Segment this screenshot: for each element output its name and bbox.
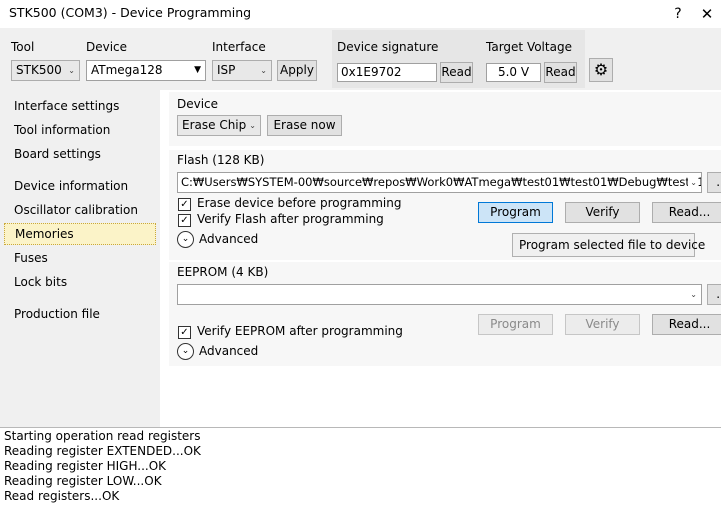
erase-before-label: Erase device before programming [197, 196, 402, 210]
device-programming-window: STK500 (COM3) - Device Programming ? ✕ T… [0, 0, 721, 523]
erase-mode-value: Erase Chip [182, 118, 247, 132]
flash-program-button[interactable]: Program [478, 202, 553, 223]
signature-voltage-group: Device signature 0x1E9702 Read Target Vo… [332, 30, 585, 88]
memories-panel: Device Erase Chip ⌄ Erase now Flash (128… [160, 90, 721, 427]
verify-flash-label: Verify Flash after programming [197, 212, 384, 226]
tool-select[interactable]: STK500 ⌄ [11, 60, 80, 81]
log-line: Reading register LOW...OK [4, 474, 162, 488]
sidebar-item-fuses[interactable]: Fuses [4, 248, 156, 270]
chevron-down-icon: ⌄ [181, 234, 190, 244]
device-erase-section: Device Erase Chip ⌄ Erase now [169, 92, 721, 146]
chevron-down-icon: ⌄ [260, 66, 267, 75]
interface-select[interactable]: ISP ⌄ [212, 60, 272, 81]
target-voltage-label: Target Voltage [486, 40, 572, 54]
device-select-value: ATmega128 [91, 63, 163, 77]
sidebar-item-memories[interactable]: Memories [4, 223, 156, 245]
interface-select-value: ISP [217, 63, 236, 77]
chevron-down-icon: ⌄ [690, 290, 697, 299]
log-line: Reading register HIGH...OK [4, 459, 167, 473]
close-button[interactable]: ✕ [692, 3, 721, 25]
tool-select-value: STK500 [16, 63, 62, 77]
title-bar: STK500 (COM3) - Device Programming ? ✕ [0, 0, 721, 28]
flash-advanced-label[interactable]: Advanced [199, 232, 258, 246]
eeprom-section: EEPROM (4 KB) ⌄ ... ✓ Verify EEPROM afte… [169, 262, 721, 366]
chevron-down-icon: ⌄ [249, 121, 256, 130]
program-tooltip: Program selected file to device [512, 233, 705, 257]
tool-label: Tool [11, 40, 35, 54]
sidebar-item-production-file[interactable]: Production file [4, 304, 156, 326]
flash-label: Flash (128 KB) [177, 153, 265, 167]
eeprom-read-button[interactable]: Read... [652, 314, 721, 335]
window-title: STK500 (COM3) - Device Programming [9, 5, 252, 20]
verify-flash-checkbox[interactable]: ✓ [178, 214, 191, 227]
device-section-label: Device [177, 97, 219, 111]
target-voltage-field: 5.0 V [486, 63, 541, 82]
eeprom-browse-button[interactable]: ... [707, 284, 721, 305]
voltage-read-button[interactable]: Read [544, 62, 577, 83]
toolbar: Tool STK500 ⌄ Device ATmega128 ▼ Interfa… [0, 28, 721, 90]
sidebar-item-interface-settings[interactable]: Interface settings [4, 96, 156, 118]
dropdown-arrow-icon: ▼ [194, 65, 201, 75]
log-line: Read registers...OK [4, 489, 120, 503]
eeprom-file-path[interactable]: ⌄ [177, 284, 702, 305]
gear-icon: ⚙ [593, 60, 609, 79]
sidebar-item-oscillator-calibration[interactable]: Oscillator calibration [4, 200, 156, 222]
verify-eeprom-label: Verify EEPROM after programming [197, 324, 403, 338]
verify-eeprom-checkbox[interactable]: ✓ [178, 326, 191, 339]
output-log[interactable]: Starting operation read registers Readin… [0, 427, 721, 523]
erase-now-button[interactable]: Erase now [267, 115, 342, 136]
flash-verify-button[interactable]: Verify [565, 202, 640, 223]
device-label: Device [86, 40, 128, 54]
log-line: Starting operation read registers [4, 429, 201, 443]
settings-button[interactable]: ⚙ [589, 58, 613, 82]
device-select[interactable]: ATmega128 ▼ [86, 60, 206, 81]
eeprom-label: EEPROM (4 KB) [177, 265, 269, 279]
apply-button[interactable]: Apply [277, 60, 317, 81]
signature-read-button[interactable]: Read [440, 62, 473, 83]
sidebar-item-tool-information[interactable]: Tool information [4, 120, 156, 142]
help-button[interactable]: ? [663, 3, 693, 25]
erase-before-checkbox[interactable]: ✓ [178, 198, 191, 211]
erase-mode-select[interactable]: Erase Chip ⌄ [177, 115, 261, 136]
eeprom-advanced-toggle[interactable]: ⌄ [177, 343, 194, 360]
flash-file-path-text: C:₩Users₩SYSTEM-00₩source₩repos₩Work0₩AT… [181, 175, 702, 189]
eeprom-advanced-label[interactable]: Advanced [199, 344, 258, 358]
log-line: Reading register EXTENDED...OK [4, 444, 201, 458]
device-signature-label: Device signature [337, 40, 439, 54]
flash-browse-button[interactable]: ... [707, 172, 721, 193]
eeprom-verify-button[interactable]: Verify [565, 314, 640, 335]
chevron-down-icon: ⌄ [68, 66, 75, 75]
sidebar-item-lock-bits[interactable]: Lock bits [4, 272, 156, 294]
flash-advanced-toggle[interactable]: ⌄ [177, 231, 194, 248]
eeprom-program-button[interactable]: Program [478, 314, 553, 335]
sidebar: Interface settings Tool information Boar… [0, 90, 160, 427]
device-signature-field: 0x1E9702 [337, 63, 437, 82]
sidebar-item-board-settings[interactable]: Board settings [4, 144, 156, 166]
interface-label: Interface [212, 40, 266, 54]
chevron-down-icon: ⌄ [181, 346, 190, 356]
flash-read-button[interactable]: Read... [652, 202, 721, 223]
chevron-down-icon: ⌄ [688, 173, 697, 192]
flash-file-path[interactable]: C:₩Users₩SYSTEM-00₩source₩repos₩Work0₩AT… [177, 172, 702, 193]
sidebar-item-device-information[interactable]: Device information [4, 176, 156, 198]
